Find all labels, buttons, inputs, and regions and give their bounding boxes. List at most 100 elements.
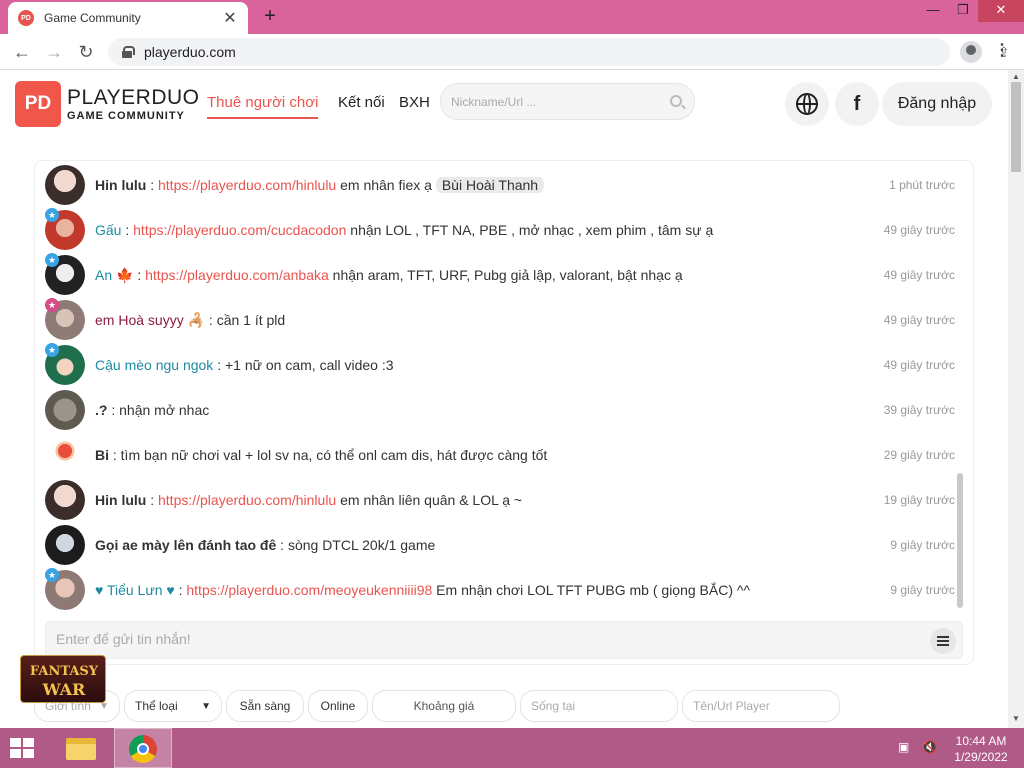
clock-date: 1/29/2022 [954, 750, 1008, 764]
avatar[interactable] [45, 525, 85, 565]
ready-filter-button[interactable]: Sẵn sàng [226, 690, 304, 722]
close-window-button[interactable]: ✕ [978, 0, 1024, 22]
site-favicon-icon: PD [18, 10, 34, 26]
location-input[interactable]: Sống tại [520, 690, 678, 722]
message-time: 49 giây trước [883, 268, 955, 282]
sender-name[interactable]: Gấu [95, 222, 121, 238]
new-tab-button[interactable]: + [258, 4, 282, 28]
chat-message: .? : nhận mở nhac 39 giây trước [45, 390, 955, 430]
player-filters: Giới tính ▼ Thể loại ▼ Sẵn sàng Online Kho… [0, 688, 1008, 724]
chat-message-input[interactable] [56, 631, 916, 647]
sender-name[interactable]: Bi [95, 447, 109, 463]
sender-name[interactable]: An 🍁 [95, 267, 133, 283]
sender-name[interactable]: Cậu mèo ngu ngok [95, 357, 213, 373]
site-search [440, 83, 695, 120]
mention-tag[interactable]: Bùi Hoài Thanh [435, 177, 545, 193]
scroll-up-icon[interactable]: ▲ [1012, 72, 1020, 81]
browser-tab[interactable]: PD Game Community ✕ [8, 2, 248, 34]
brand-subtitle: GAME COMMUNITY [67, 110, 185, 122]
message-time: 29 giây trước [883, 448, 955, 462]
minimize-button[interactable]: — [918, 0, 948, 22]
windows-start-icon[interactable] [10, 738, 36, 760]
url-text[interactable]: playerduo.com [144, 44, 236, 60]
genre-select[interactable]: Thể loại ▼ [124, 690, 222, 722]
browser-menu-icon[interactable]: ⋮ [994, 40, 1010, 60]
avatar[interactable]: ★ [45, 568, 85, 610]
close-tab-icon[interactable]: ✕ [222, 8, 238, 28]
profile-link[interactable]: https://playerduo.com/hinlulu [158, 492, 336, 508]
message-time: 39 giây trước [883, 403, 955, 417]
facebook-button[interactable]: f [835, 82, 879, 126]
sender-name[interactable]: Hin lulu [95, 492, 146, 508]
avatar[interactable] [45, 390, 85, 430]
message-text: em nhân liên quân & LOL ạ ~ [336, 492, 523, 508]
search-input[interactable] [441, 94, 651, 109]
profile-link[interactable]: https://playerduo.com/meoyeukenniiii98 [186, 582, 432, 598]
chevron-down-icon: ▼ [201, 700, 211, 712]
language-button[interactable] [785, 82, 829, 126]
star-badge-icon: ★ [45, 343, 59, 357]
chat-message: ★ Gấu : https://playerduo.com/cucdacodon… [45, 208, 955, 250]
sender-name[interactable]: ♥ Tiểu Lưn ♥ [95, 582, 175, 598]
message-text: Em nhận chơi LOL TFT PUBG mb ( giọng BẮC… [432, 582, 751, 598]
page-scrollbar[interactable]: ▲ ▼ [1008, 70, 1024, 728]
forward-button[interactable]: → [42, 40, 66, 64]
profile-avatar-icon[interactable] [960, 41, 982, 63]
message-text: tìm bạn nữ chơi val + lol sv na, có thể … [120, 447, 548, 463]
message-time: 19 giây trước [883, 493, 955, 507]
search-icon[interactable] [670, 95, 682, 107]
avatar[interactable]: ★ [45, 208, 85, 250]
message-time: 49 giây trước [883, 313, 955, 327]
file-explorer-icon[interactable] [62, 732, 100, 764]
message-text: +1 nữ on cam, call video :3 [224, 357, 394, 373]
fantasy-war-ad[interactable]: FANTASY WAR [20, 655, 106, 703]
system-clock[interactable]: 10:44 AM 1/29/2022 [950, 733, 1012, 765]
facebook-icon: f [853, 92, 861, 115]
back-button[interactable]: ← [10, 40, 34, 64]
network-icon[interactable]: ▣ [898, 740, 909, 754]
profile-link[interactable]: https://playerduo.com/hinlulu [158, 177, 336, 193]
avatar[interactable]: ★ [45, 343, 85, 385]
player-name-input[interactable]: Tên/Url Player [682, 690, 840, 722]
clock-time: 10:44 AM [955, 734, 1007, 748]
price-range-filter[interactable]: Khoảng giá [372, 690, 516, 722]
reload-button[interactable]: ↻ [74, 40, 98, 64]
chat-menu-button[interactable] [930, 628, 956, 654]
nav-leaderboard[interactable]: BXH [399, 94, 430, 111]
chat-message: ★ Cậu mèo ngu ngok : +1 nữ on cam, call … [45, 343, 955, 385]
avatar[interactable] [45, 480, 85, 520]
avatar[interactable]: ★ [45, 298, 85, 340]
lock-icon[interactable] [122, 46, 135, 58]
maximize-button[interactable]: ❐ [948, 0, 978, 22]
sender-name[interactable]: Hin lulu [95, 177, 146, 193]
chat-message: Gọi ae mày lên đánh tao đê : sòng DTCL 2… [45, 525, 955, 565]
brand-name[interactable]: PLAYERDUO [67, 86, 199, 110]
message-text: sòng DTCL 20k/1 game [287, 537, 436, 553]
sender-name[interactable]: em Hoà suyyy 🦂 [95, 312, 205, 328]
sender-name[interactable]: Gọi ae mày lên đánh tao đê [95, 537, 276, 553]
browser-toolbar: ← → ↻ playerduo.com ⇪ ☆ ⋮ [0, 34, 1024, 70]
message-time: 1 phút trước [889, 178, 955, 192]
volume-muted-icon[interactable]: 🔇 [922, 740, 937, 754]
chat-message: Hin lulu : https://playerduo.com/hinlulu… [45, 165, 955, 205]
chat-panel: Hin lulu : https://playerduo.com/hinlulu… [34, 160, 974, 665]
nav-hire-players[interactable]: Thuê người chơi [207, 94, 319, 119]
profile-link[interactable]: https://playerduo.com/anbaka [145, 267, 329, 283]
avatar[interactable] [45, 435, 85, 475]
chrome-taskbar-button[interactable] [114, 728, 172, 768]
playerduo-logo[interactable]: PD [15, 81, 61, 127]
nav-connect[interactable]: Kết nối [338, 94, 385, 111]
sender-name[interactable]: .? [95, 402, 107, 418]
login-button[interactable]: Đăng nhập [882, 82, 992, 126]
avatar[interactable] [45, 165, 85, 205]
page-scroll-thumb[interactable] [1011, 82, 1021, 172]
online-filter-button[interactable]: Online [308, 690, 368, 722]
address-bar[interactable]: playerduo.com ⇪ ☆ [108, 38, 1010, 66]
star-badge-icon: ★ [45, 568, 59, 582]
profile-link[interactable]: https://playerduo.com/cucdacodon [133, 222, 346, 238]
message-text: nhận mở nhac [119, 402, 210, 418]
chat-scrollbar[interactable] [957, 473, 963, 608]
scroll-down-icon[interactable]: ▼ [1012, 714, 1020, 723]
site-header: PD PLAYERDUO GAME COMMUNITY Thuê người c… [0, 70, 1008, 136]
avatar[interactable]: ★ [45, 253, 85, 295]
